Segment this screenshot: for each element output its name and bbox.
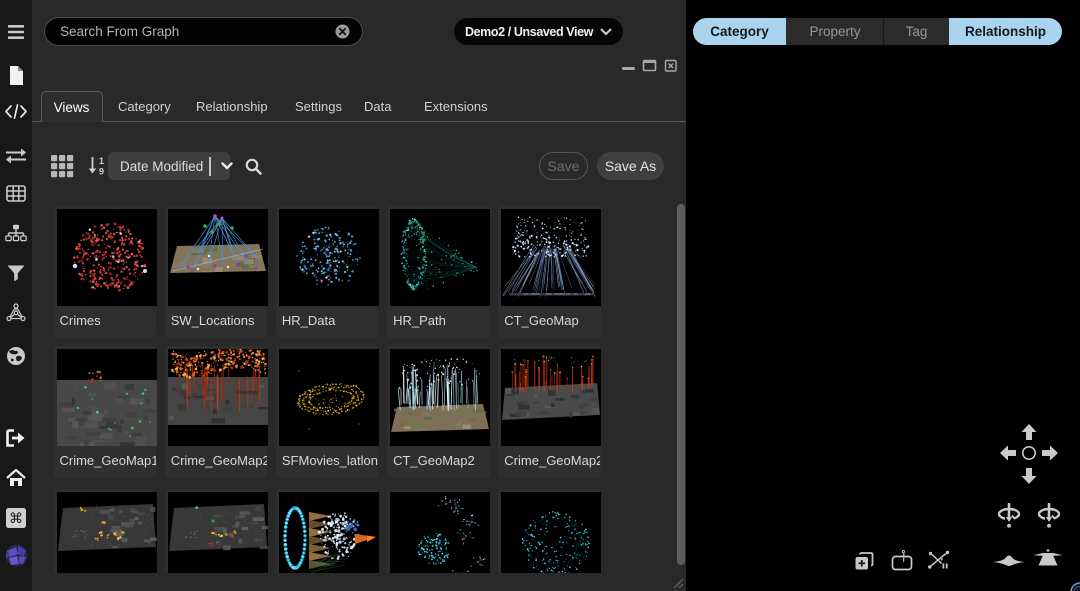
svg-text:1: 1 — [99, 156, 104, 166]
svg-text:⌘: ⌘ — [9, 510, 23, 526]
svg-text:9: 9 — [99, 167, 104, 177]
